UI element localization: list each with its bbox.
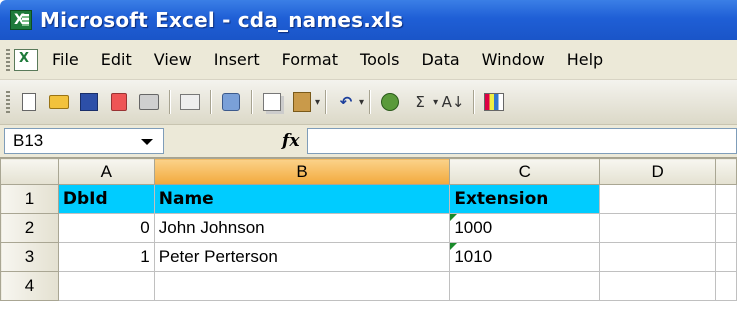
menu-insert[interactable]: Insert [214, 50, 260, 69]
cell-d3[interactable] [599, 242, 716, 272]
cell-a4[interactable] [57, 271, 155, 301]
toolbar-separator [251, 90, 252, 114]
cell-c4[interactable] [449, 271, 601, 301]
column-header-c[interactable]: C [449, 158, 601, 185]
table-row: 4 [0, 271, 737, 301]
print-icon [139, 94, 159, 110]
sort-ascending-icon: A↓ [441, 93, 465, 111]
cell-d1[interactable] [599, 184, 716, 214]
cell-e2[interactable] [714, 213, 737, 243]
autosum-icon: Σ [415, 93, 425, 111]
save-button[interactable] [77, 91, 101, 113]
table-row: 1 DbId Name Extension [0, 184, 737, 214]
name-box-value: B13 [13, 131, 44, 150]
sort-ascending-button[interactable]: A↓ [441, 91, 465, 113]
permission-button[interactable] [107, 91, 131, 113]
cell-c1[interactable]: Extension [449, 184, 601, 214]
column-header-d[interactable]: D [599, 158, 716, 185]
column-header-e[interactable] [714, 158, 737, 185]
worksheet-grid: A B C D 1 DbId Name Extension 2 0 John J… [0, 158, 737, 331]
toolbar-separator [473, 90, 475, 114]
paste-icon [293, 92, 311, 112]
menu-data[interactable]: Data [421, 50, 459, 69]
workbook-icon[interactable] [14, 48, 38, 71]
hyperlink-button[interactable] [378, 91, 402, 113]
cell-e4[interactable] [714, 271, 737, 301]
research-button[interactable] [219, 91, 243, 113]
column-header-a[interactable]: A [57, 158, 155, 185]
row-header[interactable]: 1 [0, 184, 59, 214]
print-button[interactable] [137, 91, 161, 113]
toolbar-separator [210, 90, 211, 114]
open-button[interactable] [47, 91, 71, 113]
column-header-b[interactable]: B [153, 158, 451, 185]
cell-b2[interactable]: John Johnson [153, 213, 451, 243]
excel-logo-icon [10, 10, 32, 30]
title-bar: Microsoft Excel - cda_names.xls [0, 0, 737, 40]
print-preview-button[interactable] [178, 91, 202, 113]
hyperlink-icon [381, 93, 400, 111]
cell-d4[interactable] [599, 271, 716, 301]
open-icon [49, 95, 69, 109]
menu-format[interactable]: Format [282, 50, 338, 69]
cell-c3[interactable]: 1010 [449, 242, 601, 272]
cell-a3[interactable]: 1 [57, 242, 155, 272]
column-header-row: A B C D [0, 158, 737, 185]
cell-e1[interactable] [714, 184, 737, 214]
cell-c2[interactable]: 1000 [449, 213, 601, 243]
cell-a1[interactable]: DbId [57, 184, 155, 214]
window-title: Microsoft Excel - cda_names.xls [40, 8, 404, 32]
undo-button[interactable]: ↶ [334, 91, 358, 113]
toolbar-separator [369, 90, 371, 114]
toolbar-separator [169, 90, 170, 114]
menu-grip-handle[interactable] [6, 48, 10, 71]
formula-input[interactable] [307, 128, 737, 154]
cell-b4[interactable] [153, 271, 451, 301]
toolbar-separator [325, 90, 327, 114]
menu-view[interactable]: View [154, 50, 192, 69]
menu-edit[interactable]: Edit [101, 50, 132, 69]
cell-d2[interactable] [599, 213, 716, 243]
cell-a2[interactable]: 0 [57, 213, 155, 243]
paste-dropdown-icon[interactable]: ▾ [315, 97, 320, 108]
select-all-corner[interactable] [0, 158, 59, 185]
autosum-dropdown-icon[interactable]: ▾ [433, 97, 438, 108]
print-preview-icon [180, 94, 200, 110]
cell-b3[interactable]: Peter Perterson [153, 242, 451, 272]
menu-bar: File Edit View Insert Format Tools Data … [0, 40, 737, 80]
table-row: 3 1 Peter Perterson 1010 [0, 242, 737, 272]
worksheet-table: A B C D 1 DbId Name Extension 2 0 John J… [0, 158, 737, 301]
table-row: 2 0 John Johnson 1000 [0, 213, 737, 243]
chart-wizard-button[interactable] [482, 91, 506, 113]
row-header[interactable]: 3 [0, 242, 59, 272]
menu-window[interactable]: Window [482, 50, 545, 69]
row-header[interactable]: 2 [0, 213, 59, 243]
copy-button[interactable] [260, 91, 284, 113]
formula-bar: B13 fx [0, 125, 737, 158]
autosum-button[interactable]: Σ [408, 91, 432, 113]
menu-help[interactable]: Help [567, 50, 603, 69]
chart-wizard-icon [484, 93, 505, 111]
menu-file[interactable]: File [52, 50, 79, 69]
paste-button[interactable] [290, 91, 314, 113]
new-icon [22, 93, 36, 111]
cell-b1[interactable]: Name [153, 184, 451, 214]
menu-tools[interactable]: Tools [360, 50, 399, 69]
undo-dropdown-icon[interactable]: ▾ [359, 97, 364, 108]
toolbar-grip-handle[interactable] [6, 91, 10, 113]
insert-function-button[interactable]: fx [282, 131, 299, 151]
standard-toolbar: ▾ ↶ ▾ Σ ▾ A↓ [0, 80, 737, 125]
name-box-dropdown-icon[interactable] [141, 139, 153, 145]
save-icon [80, 93, 98, 111]
research-icon [222, 93, 240, 111]
permission-icon [111, 93, 127, 111]
new-button[interactable] [17, 91, 41, 113]
row-header[interactable]: 4 [0, 271, 59, 301]
cell-e3[interactable] [714, 242, 737, 272]
undo-icon: ↶ [339, 93, 353, 111]
name-box[interactable]: B13 [4, 128, 164, 154]
copy-icon [263, 93, 281, 111]
